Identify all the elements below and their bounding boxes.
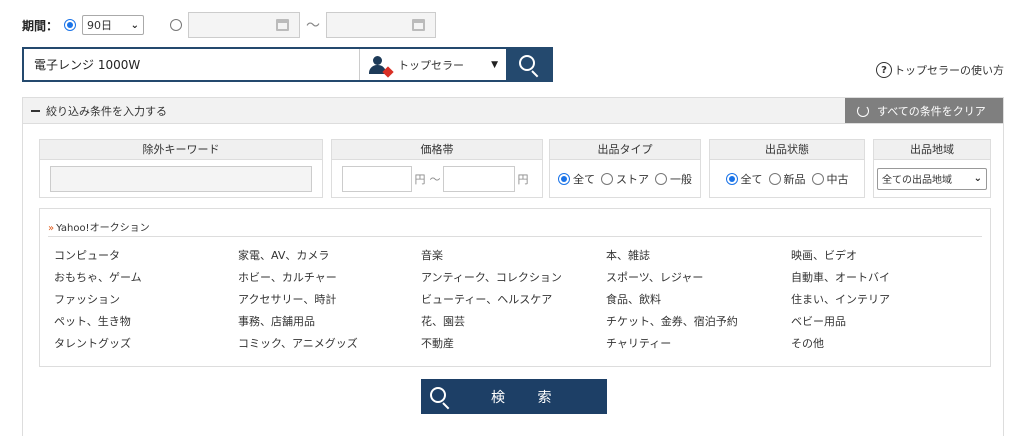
- date-range-tilde: 〜: [306, 18, 321, 34]
- category-link[interactable]: 本、雑誌: [606, 247, 650, 263]
- search-button[interactable]: [506, 49, 551, 80]
- submit-search-button[interactable]: 検 索: [421, 379, 607, 414]
- category-list: » Yahoo!オークション コンピュータ 家電、AV、カメラ 音楽 本、雑誌 映画、ビデ…: [39, 208, 991, 367]
- price-max-input[interactable]: [442, 165, 515, 192]
- category-link[interactable]: 事務、店舗用品: [238, 313, 315, 329]
- region-select[interactable]: 全ての出品地域 ⌄: [877, 167, 987, 190]
- category-link[interactable]: 食品、飲料: [606, 291, 661, 307]
- filter-panel-toggle[interactable]: 絞り込み条件を入力する すべての条件をクリア: [23, 98, 1003, 124]
- category-title-bullet: »: [48, 223, 55, 234]
- search-bar: トップセラー ▼: [22, 47, 553, 82]
- listing-type-all[interactable]: 全て: [558, 171, 595, 187]
- exclude-keyword-input[interactable]: [50, 165, 312, 192]
- calendar-icon[interactable]: [412, 19, 426, 31]
- region-title: 出品地域: [874, 140, 990, 160]
- period-range-radio[interactable]: [170, 19, 183, 31]
- category-link[interactable]: ベビー用品: [791, 313, 846, 329]
- category-link[interactable]: 音楽: [421, 247, 443, 263]
- exclude-keyword-filter: 除外キーワード: [39, 139, 323, 198]
- region-select-value: 全ての出品地域: [882, 175, 952, 186]
- period-select[interactable]: 90日 ⌄: [82, 15, 145, 35]
- clear-all-label: すべての条件をクリア: [877, 104, 986, 118]
- category-link[interactable]: 映画、ビデオ: [791, 247, 857, 263]
- category-link[interactable]: チャリティー: [606, 335, 671, 351]
- category-link[interactable]: ビューティー、ヘルスケア: [421, 291, 552, 307]
- condition-used[interactable]: 中古: [811, 171, 849, 187]
- category-link[interactable]: おもちゃ、ゲーム: [54, 269, 142, 285]
- category-link[interactable]: アンティーク、コレクション: [421, 269, 562, 285]
- listing-type-store[interactable]: ストア: [601, 171, 649, 187]
- collapse-icon: [31, 109, 40, 112]
- price-min-input[interactable]: [341, 165, 412, 192]
- category-link[interactable]: チケット、金券、宿泊予約: [606, 313, 738, 329]
- category-link[interactable]: タレントグッズ: [54, 335, 131, 351]
- top-seller-help-link[interactable]: ? トップセラーの使い方: [876, 62, 1004, 78]
- price-range-filter: 価格帯 円 〜 円: [331, 139, 543, 198]
- condition-title: 出品状態: [710, 140, 864, 160]
- chevron-down-icon: ⌄: [973, 173, 982, 184]
- category-link[interactable]: ファッション: [54, 291, 120, 307]
- end-date-field[interactable]: [326, 12, 437, 38]
- condition-filter: 出品状態 全て 新品 中古: [709, 139, 865, 198]
- filter-panel-title: 絞り込み条件を入力する: [46, 104, 167, 118]
- period-row: 期間： 90日 ⌄ 〜: [22, 12, 437, 38]
- price-tilde: 〜: [429, 172, 441, 186]
- region-filter: 出品地域 全ての出品地域 ⌄: [873, 139, 991, 198]
- top-seller-icon: [368, 55, 394, 78]
- category-link[interactable]: ペット、生き物: [54, 313, 131, 329]
- submit-search-label: 検 索: [491, 389, 566, 406]
- start-date-field[interactable]: [188, 12, 301, 38]
- exclude-keyword-title: 除外キーワード: [40, 140, 322, 160]
- search-icon: [429, 386, 451, 409]
- category-link[interactable]: アクセサリー、時計: [238, 291, 336, 307]
- help-icon: ?: [876, 62, 892, 78]
- category-link[interactable]: 住まい、インテリア: [791, 291, 890, 307]
- listing-type-title: 出品タイプ: [550, 140, 700, 160]
- price-max-unit: 円: [517, 172, 529, 186]
- listing-type-general[interactable]: 一般: [655, 171, 692, 187]
- condition-all[interactable]: 全て: [725, 171, 763, 187]
- calendar-icon[interactable]: [276, 19, 290, 31]
- period-select-value: 90日: [87, 19, 113, 32]
- seller-select-value: トップセラー: [398, 58, 464, 72]
- category-link[interactable]: その他: [791, 335, 824, 351]
- seller-select[interactable]: トップセラー ▼: [360, 49, 506, 80]
- price-range-title: 価格帯: [332, 140, 542, 160]
- reset-icon: [857, 104, 869, 117]
- help-link-label: トップセラーの使い方: [894, 64, 1004, 77]
- category-link[interactable]: コンピュータ: [54, 247, 120, 263]
- category-link[interactable]: 自動車、オートバイ: [791, 269, 890, 285]
- condition-new[interactable]: 新品: [768, 171, 806, 187]
- period-preset-radio[interactable]: [64, 19, 77, 31]
- category-list-title: » Yahoo!オークション: [48, 219, 982, 237]
- chevron-down-icon: ⌄: [130, 19, 140, 31]
- listing-type-filter: 出品タイプ 全て ストア 一般: [549, 139, 701, 198]
- category-link[interactable]: スポーツ、レジャー: [606, 269, 703, 285]
- clear-all-button[interactable]: すべての条件をクリア: [845, 98, 1003, 123]
- category-link[interactable]: ホビー、カルチャー: [238, 269, 337, 285]
- category-link[interactable]: 不動産: [421, 335, 454, 351]
- category-link[interactable]: 花、園芸: [421, 313, 465, 329]
- search-icon: [518, 54, 540, 77]
- caret-down-icon: ▼: [491, 60, 498, 70]
- search-input[interactable]: [24, 49, 360, 80]
- category-link[interactable]: 家電、AV、カメラ: [238, 247, 329, 263]
- category-link[interactable]: コミック、アニメグッズ: [238, 335, 358, 351]
- price-min-unit: 円: [414, 172, 426, 186]
- period-label: 期間：: [22, 18, 59, 33]
